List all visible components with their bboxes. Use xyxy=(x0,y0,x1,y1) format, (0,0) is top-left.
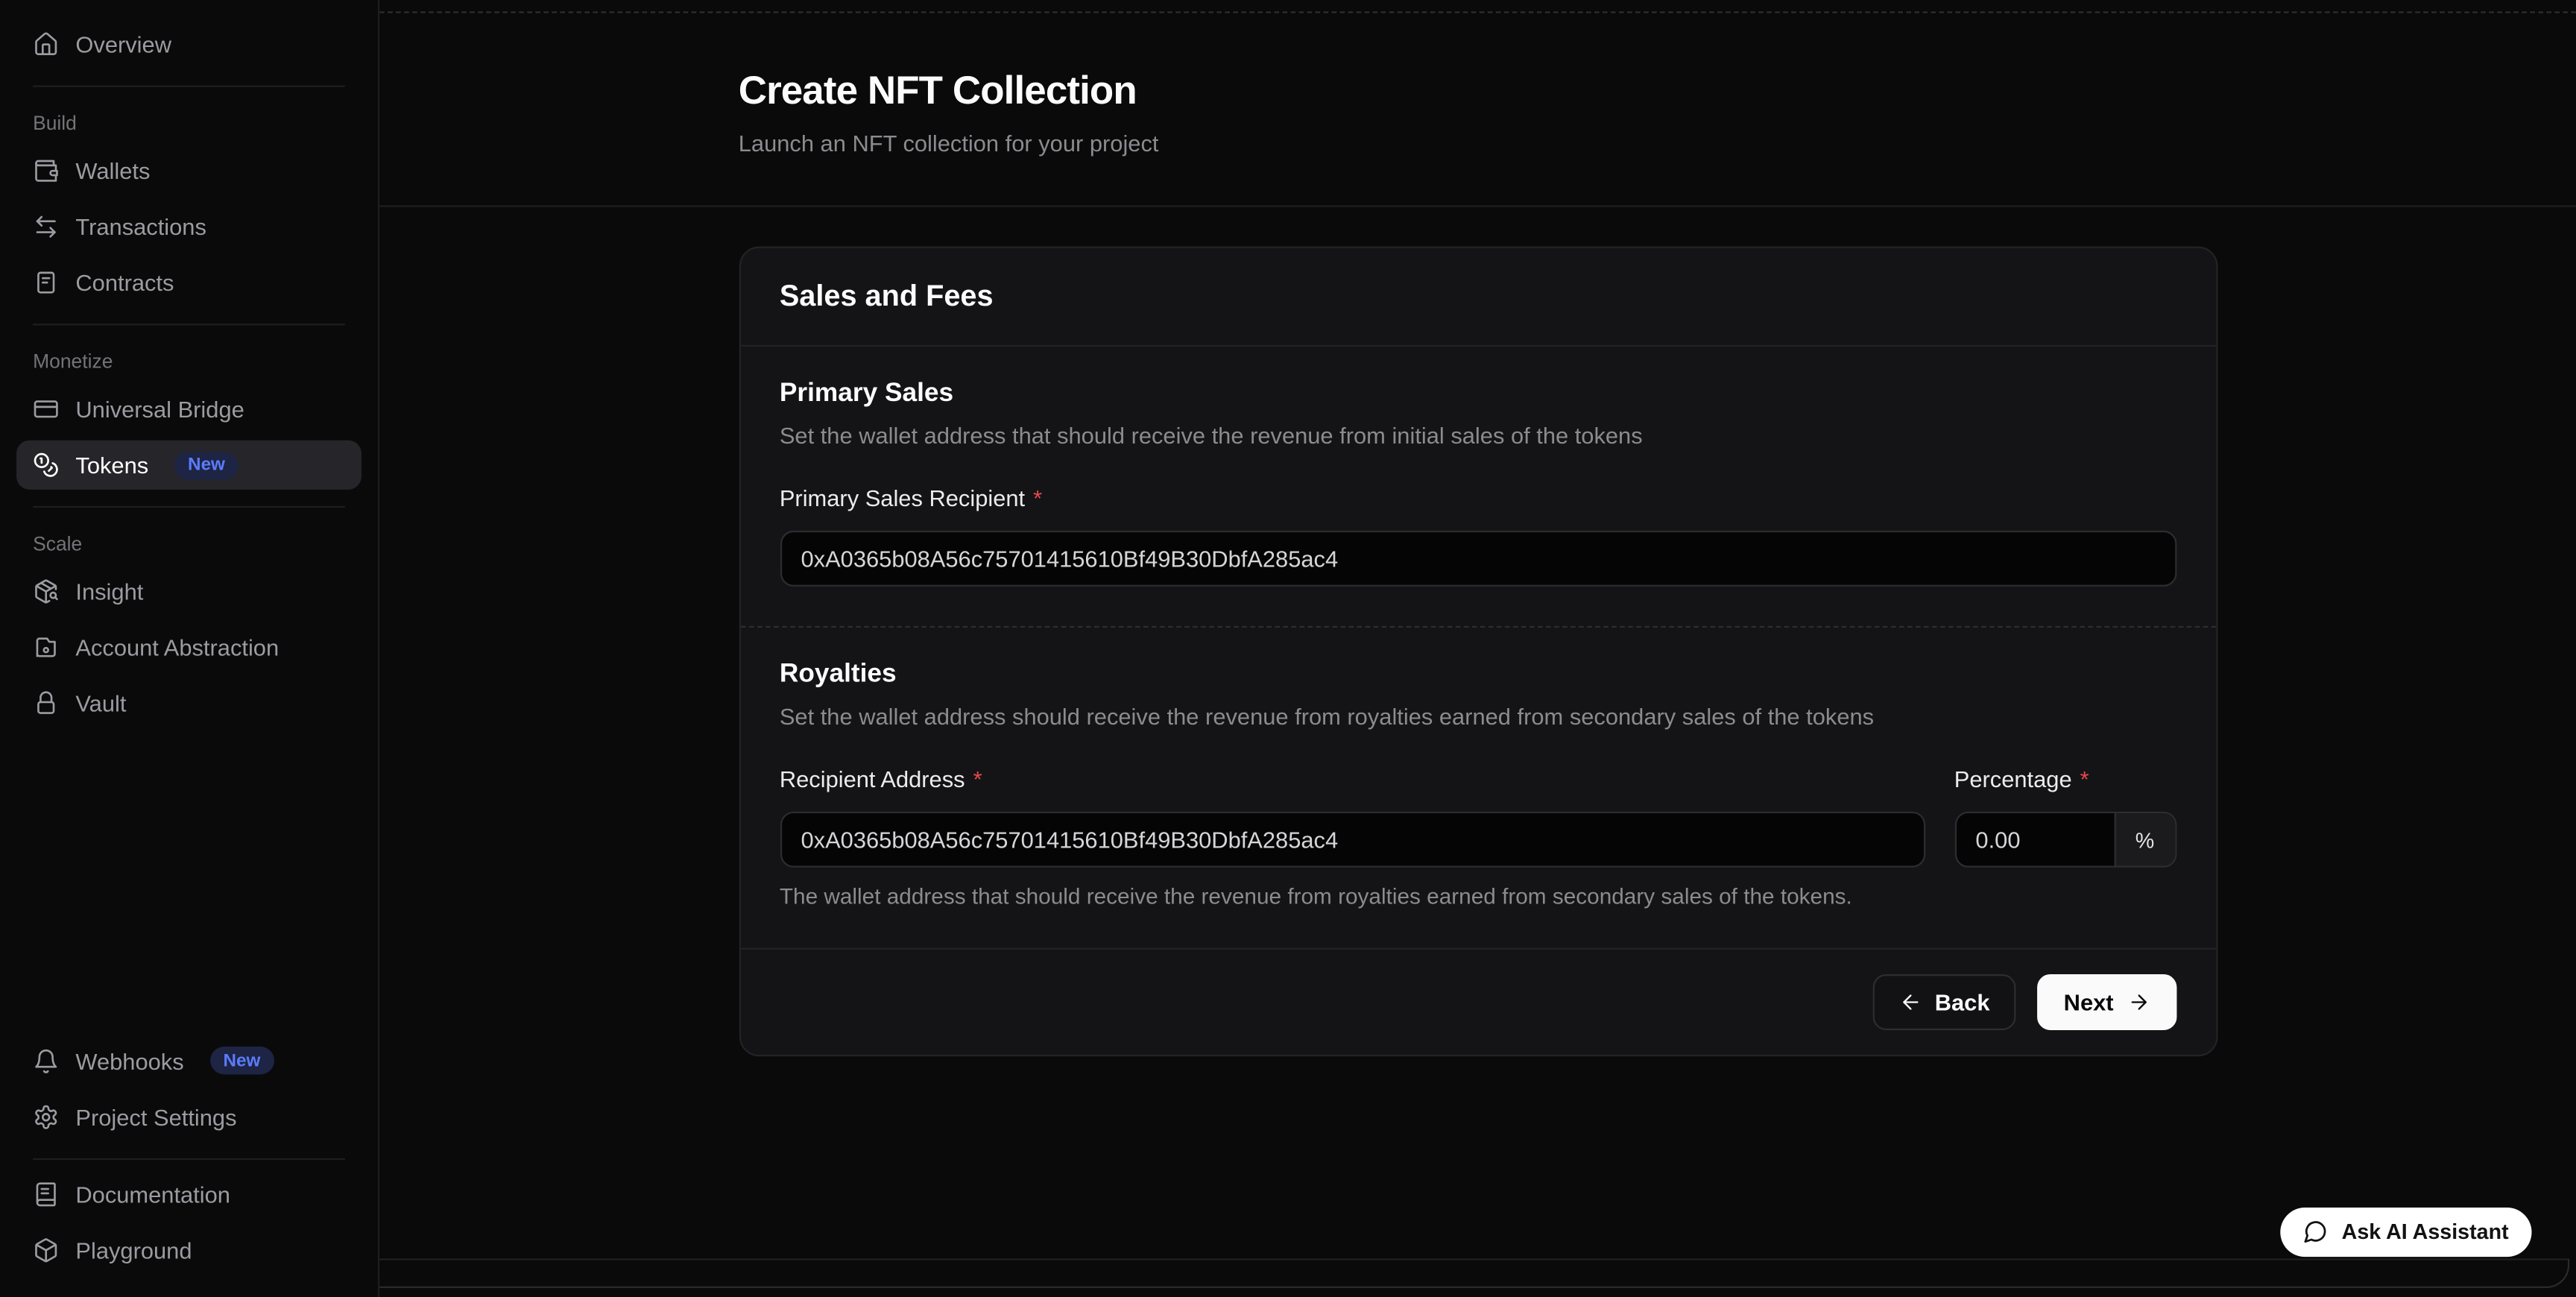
royalty-percentage-field: Percentage * % xyxy=(1954,766,2176,868)
content-bottom-border xyxy=(379,1258,2569,1288)
credit-card-icon xyxy=(33,396,59,422)
sales-and-fees-card: Sales and Fees Primary Sales Set the wal… xyxy=(739,247,2217,1057)
royalty-recipient-field: Recipient Address * xyxy=(780,766,1925,868)
sidebar-item-label: Transactions xyxy=(75,214,206,240)
back-button[interactable]: Back xyxy=(1872,974,2016,1030)
sidebar-item-label: Wallets xyxy=(75,158,150,184)
primary-sales-recipient-input[interactable] xyxy=(780,531,2176,587)
sidebar-divider xyxy=(33,324,345,325)
sidebar-item-wallets[interactable]: Wallets xyxy=(16,146,362,195)
home-icon xyxy=(33,31,59,57)
book-icon xyxy=(33,1181,59,1207)
royalties-heading: Royalties xyxy=(780,660,2176,690)
ask-ai-assistant-label: Ask AI Assistant xyxy=(2342,1219,2509,1243)
royalties-section: Royalties Set the wallet address should … xyxy=(740,626,2215,948)
sidebar-item-label: Playground xyxy=(75,1237,192,1263)
sidebar-item-tokens[interactable]: Tokens New xyxy=(16,441,362,490)
sidebar-item-label: Overview xyxy=(75,31,171,57)
royalty-helper-text: The wallet address that should receive t… xyxy=(780,884,2176,909)
primary-sales-section: Primary Sales Set the wallet address tha… xyxy=(740,347,2215,626)
smart-wallet-icon xyxy=(33,634,59,660)
page-header: Create NFT Collection Launch an NFT coll… xyxy=(379,0,2576,207)
ask-ai-assistant-button[interactable]: Ask AI Assistant xyxy=(2281,1207,2531,1256)
royalties-fields-row: Recipient Address * Percentage * % xyxy=(780,766,2176,868)
sidebar-item-universal-bridge[interactable]: Universal Bridge xyxy=(16,385,362,434)
sidebar-item-label: Contracts xyxy=(75,269,174,295)
arrow-left-icon xyxy=(1898,991,1922,1014)
sidebar-item-label: Project Settings xyxy=(75,1103,236,1129)
primary-sales-heading: Primary Sales xyxy=(780,379,2176,409)
sidebar-item-documentation[interactable]: Documentation xyxy=(16,1169,362,1218)
sidebar-divider xyxy=(33,86,345,87)
primary-sales-description: Set the wallet address that should recei… xyxy=(780,422,2176,448)
sidebar-item-label: Insight xyxy=(75,578,143,605)
package-search-icon xyxy=(33,578,59,605)
sidebar-spacer xyxy=(16,734,362,1035)
page-subtitle: Launch an NFT collection for your projec… xyxy=(739,130,2217,156)
primary-sales-recipient-field: Primary Sales Recipient * xyxy=(780,485,2176,587)
arrows-left-right-icon xyxy=(33,214,59,240)
next-button-label: Next xyxy=(2064,989,2114,1015)
cube-icon xyxy=(33,1237,59,1263)
required-asterisk: * xyxy=(1033,485,1042,511)
primary-sales-recipient-label: Primary Sales Recipient xyxy=(780,485,1025,511)
royalty-percentage-input[interactable] xyxy=(1956,813,2114,866)
sidebar-item-label: Documentation xyxy=(75,1181,230,1207)
royalty-recipient-label: Recipient Address xyxy=(780,766,965,792)
sidebar-section-title-scale: Scale xyxy=(16,517,362,567)
new-badge: New xyxy=(210,1047,274,1074)
sidebar: Overview Build Wallets Transactions Cont… xyxy=(0,0,379,1297)
page-title: Create NFT Collection xyxy=(739,69,2217,116)
sidebar-section-title-build: Build xyxy=(16,97,362,146)
card-header: Sales and Fees xyxy=(740,248,2215,347)
back-button-label: Back xyxy=(1935,989,1990,1015)
arrow-right-icon xyxy=(2127,991,2150,1014)
lock-icon xyxy=(33,690,59,716)
sidebar-divider xyxy=(33,506,345,508)
sidebar-item-playground[interactable]: Playground xyxy=(16,1225,362,1274)
sidebar-item-project-settings[interactable]: Project Settings xyxy=(16,1092,362,1141)
sidebar-divider xyxy=(33,1158,345,1159)
contract-file-icon xyxy=(33,269,59,295)
royalty-recipient-input[interactable] xyxy=(780,812,1925,868)
top-dashed-divider xyxy=(379,11,2576,13)
sidebar-section-title-monetize: Monetize xyxy=(16,335,362,385)
sidebar-item-webhooks[interactable]: Webhooks New xyxy=(16,1036,362,1085)
wallet-icon xyxy=(33,158,59,184)
sidebar-item-contracts[interactable]: Contracts xyxy=(16,258,362,307)
sidebar-item-label: Vault xyxy=(75,690,126,716)
sidebar-item-label: Tokens xyxy=(75,452,148,478)
required-asterisk: * xyxy=(2080,766,2089,792)
coins-icon xyxy=(33,452,59,478)
sidebar-item-vault[interactable]: Vault xyxy=(16,678,362,728)
new-badge: New xyxy=(174,451,238,479)
sidebar-item-account-abstraction[interactable]: Account Abstraction xyxy=(16,622,362,672)
sidebar-item-label: Account Abstraction xyxy=(75,634,279,660)
chat-bubble-icon xyxy=(2304,1219,2329,1243)
percent-suffix: % xyxy=(2114,813,2175,866)
royalties-description: Set the wallet address should receive th… xyxy=(780,703,2176,729)
card-title: Sales and Fees xyxy=(780,280,2176,314)
card-footer: Back Next xyxy=(740,948,2215,1055)
required-asterisk: * xyxy=(973,766,982,792)
bell-icon xyxy=(33,1047,59,1073)
main-content: Create NFT Collection Launch an NFT coll… xyxy=(379,0,2576,1297)
sidebar-item-label: Webhooks xyxy=(75,1047,183,1073)
sidebar-item-overview[interactable]: Overview xyxy=(16,19,362,69)
sidebar-item-transactions[interactable]: Transactions xyxy=(16,202,362,251)
sidebar-item-insight[interactable]: Insight xyxy=(16,567,362,616)
percentage-input-group: % xyxy=(1954,812,2176,868)
gear-icon xyxy=(33,1103,59,1129)
app-window: Overview Build Wallets Transactions Cont… xyxy=(0,0,2576,1297)
sidebar-item-label: Universal Bridge xyxy=(75,396,244,422)
next-button[interactable]: Next xyxy=(2037,974,2176,1030)
royalty-percentage-label: Percentage xyxy=(1954,766,2072,792)
